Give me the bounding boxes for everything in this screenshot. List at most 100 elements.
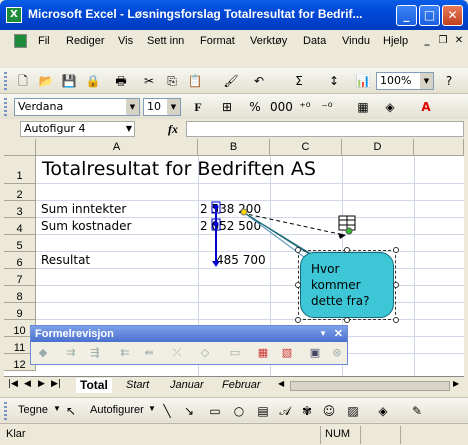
percent-icon[interactable]: % (246, 98, 264, 116)
formula-auditing-title-bar[interactable]: Formelrevisjon ▼ ✕ (31, 326, 347, 342)
menu-fil[interactable]: Fil (38, 35, 50, 47)
callout-shape[interactable]: Hvor kommer dette fra? (295, 247, 399, 323)
print-icon[interactable]: 🖶 (112, 72, 130, 90)
clear-validation-circles-icon[interactable]: ▧ (279, 345, 295, 361)
menu-vindu[interactable]: Vindu (342, 35, 370, 47)
doc-restore-icon[interactable]: ❐ (436, 34, 450, 48)
trace-dependents-icon[interactable]: ⇇ (117, 345, 133, 361)
workbook-icon[interactable] (14, 34, 27, 48)
paste-icon[interactable]: 📋 (186, 72, 204, 90)
callout-body[interactable]: Hvor kommer dette fra? (300, 252, 394, 318)
menu-vis[interactable]: Vis (118, 35, 133, 47)
font-color-icon[interactable]: A (417, 98, 435, 116)
borders-icon[interactable]: ▦ (354, 98, 372, 116)
save-icon[interactable]: 💾 (60, 72, 78, 90)
tab-januar[interactable]: Januar (166, 378, 208, 393)
open-icon[interactable]: 📂 (37, 72, 55, 90)
clipart-icon[interactable]: ☺ (320, 402, 338, 420)
merge-center-icon[interactable]: ⊞ (218, 98, 236, 116)
fill-color-icon[interactable]: ◈ (374, 402, 392, 420)
error-check-icon[interactable]: ◆ (35, 345, 51, 361)
trace-precedents-icon[interactable]: ⇉ (63, 345, 79, 361)
toolbar-grip[interactable] (4, 72, 7, 90)
chevron-down-icon[interactable]: ▼ (53, 404, 61, 413)
menu-verktoy[interactable]: Verktøy (250, 35, 287, 47)
resize-handle[interactable] (295, 317, 301, 323)
name-box[interactable]: Autofigur 4 ▼ (20, 121, 135, 137)
menu-hjelp[interactable]: Hjelp (383, 35, 408, 47)
chart-wizard-icon[interactable]: 📊 (354, 72, 372, 90)
minimize-button[interactable]: _ (396, 5, 417, 26)
picture-icon[interactable]: ▨ (344, 402, 362, 420)
chevron-down-icon[interactable]: ▼ (167, 99, 180, 115)
remove-precedent-arrows-icon[interactable]: ⇶ (87, 345, 103, 361)
decrease-decimal-icon[interactable]: ⁻⁰ (318, 98, 336, 116)
copy-icon[interactable]: ⎘ (163, 72, 181, 90)
menu-sett-inn[interactable]: Sett inn (147, 35, 184, 47)
close-button[interactable]: ✕ (442, 5, 463, 26)
chevron-down-icon[interactable]: ▼ (126, 122, 132, 136)
menu-rediger[interactable]: Rediger (66, 35, 105, 47)
chevron-down-icon[interactable]: ▼ (319, 326, 327, 342)
close-icon[interactable]: ✕ (334, 326, 343, 342)
circle-invalid-data-icon[interactable]: ▦ (255, 345, 271, 361)
last-sheet-icon[interactable]: ▶| (51, 379, 61, 389)
line-icon[interactable]: ╲ (158, 402, 176, 420)
horizontal-scrollbar[interactable] (290, 381, 450, 391)
fill-color-icon[interactable]: ◈ (381, 98, 399, 116)
scroll-right-icon[interactable]: ▶ (453, 379, 459, 388)
prev-sheet-icon[interactable]: ◀ (24, 379, 31, 389)
thousands-icon[interactable]: 000 (270, 98, 293, 116)
increase-decimal-icon[interactable]: ⁺⁰ (296, 98, 314, 116)
evaluate-formula-icon[interactable]: ⊛ (329, 345, 345, 361)
autofigurer-menu[interactable]: Autofigurer (90, 404, 144, 416)
resize-handle[interactable] (393, 282, 399, 288)
chevron-down-icon[interactable]: ▼ (148, 404, 156, 413)
remove-dependent-arrows-icon[interactable]: ⇚ (141, 345, 157, 361)
zoom-select[interactable]: 100% ▼ (376, 72, 434, 90)
tegne-menu[interactable]: Tegne (18, 404, 48, 416)
new-icon[interactable]: 🗋 (14, 72, 32, 90)
resize-handle[interactable] (295, 247, 301, 253)
adjust-handle[interactable] (240, 208, 248, 216)
permission-icon[interactable]: 🔒 (84, 72, 102, 90)
font-size-select[interactable]: 10 ▼ (143, 98, 181, 116)
toolbar-grip[interactable] (4, 98, 7, 116)
resize-handle[interactable] (393, 247, 399, 253)
oval-icon[interactable]: ○ (230, 402, 248, 420)
autosum-icon[interactable]: Σ (290, 72, 308, 90)
toolbar-grip[interactable] (4, 402, 7, 420)
menu-data[interactable]: Data (303, 35, 326, 47)
select-objects-icon[interactable]: ↖ (62, 402, 80, 420)
resize-handle[interactable] (295, 282, 301, 288)
bold-button[interactable]: F (189, 98, 207, 116)
insert-function-button[interactable]: fx (168, 122, 178, 137)
new-comment-icon[interactable]: ▭ (227, 345, 243, 361)
undo-icon[interactable]: ↶ (250, 72, 268, 90)
cut-icon[interactable]: ✂ (140, 72, 158, 90)
diagram-icon[interactable]: ✾ (298, 402, 316, 420)
resize-handle[interactable] (344, 317, 350, 323)
help-icon[interactable]: ? (440, 72, 458, 90)
watch-window-icon[interactable]: ▣ (307, 345, 323, 361)
arrow-icon[interactable]: ↘ (180, 402, 198, 420)
menu-format[interactable]: Format (200, 35, 235, 47)
scroll-left-icon[interactable]: ◀ (278, 379, 284, 388)
resize-handle[interactable] (344, 247, 350, 253)
font-select[interactable]: Verdana ▼ (14, 98, 140, 116)
text-box-icon[interactable]: ▤ (254, 402, 272, 420)
line-color-icon[interactable]: ✎ (408, 402, 426, 420)
chevron-down-icon[interactable]: ▼ (420, 73, 433, 89)
resize-handle[interactable] (393, 317, 399, 323)
first-sheet-icon[interactable]: |◀ (8, 379, 18, 389)
wordart-icon[interactable]: 𝒜 (276, 402, 294, 420)
trace-error-icon[interactable]: ◇ (197, 345, 213, 361)
tab-februar[interactable]: Februar (218, 378, 265, 393)
format-painter-icon[interactable]: 🖌 (222, 72, 240, 90)
maximize-button[interactable]: □ (419, 5, 440, 26)
remove-all-arrows-icon[interactable]: ⤫ (169, 345, 185, 361)
doc-minimize-icon[interactable]: _ (420, 34, 434, 48)
next-sheet-icon[interactable]: ▶ (38, 379, 45, 389)
rotate-handle[interactable] (345, 227, 353, 235)
tab-total[interactable]: Total (76, 378, 112, 393)
